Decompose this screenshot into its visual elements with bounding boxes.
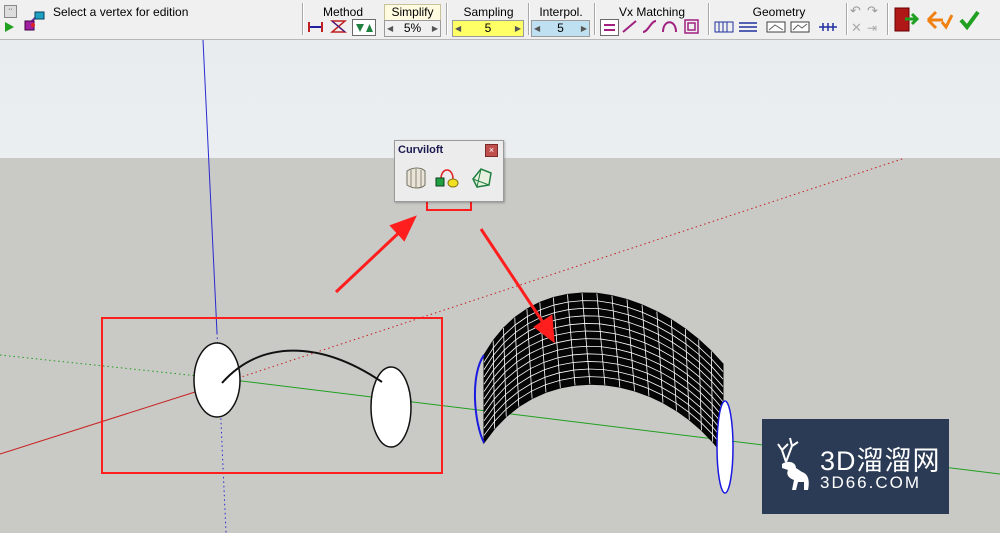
decrease-arrow-icon[interactable]: ◀: [534, 21, 540, 36]
loft-along-path-icon[interactable]: [433, 165, 459, 191]
loft-start-rim: [474, 354, 485, 444]
palette-title: Curviloft: [398, 144, 444, 156]
exit-tool-icon[interactable]: [893, 6, 920, 33]
interpol-label: Interpol.: [539, 5, 583, 19]
3d-viewport[interactable]: Curviloft × 3D溜溜网 3D66.COM: [0, 40, 1000, 533]
sampling-label: Sampling: [463, 5, 514, 19]
geometry-faceted-surface-icon[interactable]: [790, 19, 810, 34]
vx-match-arc-icon[interactable]: [661, 19, 678, 34]
loft-end-ellipse: [716, 400, 734, 494]
arrow-to-tool: [334, 215, 417, 294]
interpol-value: 5: [557, 21, 564, 35]
lofted-surface: [474, 292, 724, 456]
watermark-sub-text: 3D66.COM: [820, 473, 922, 492]
vx-matching-label: Vx Matching: [618, 5, 686, 19]
loft-by-spline-icon[interactable]: [403, 165, 429, 191]
simplify-value: 5%: [403, 21, 422, 35]
validate-check-icon[interactable]: [958, 9, 980, 31]
sampling-spinner[interactable]: ◀ 5 ▶: [452, 20, 524, 37]
increase-arrow-icon[interactable]: ▶: [581, 21, 587, 36]
method-label: Method: [322, 5, 364, 19]
skinning-icon[interactable]: [469, 165, 495, 191]
vx-match-curve-icon[interactable]: [641, 19, 658, 34]
blue-axis: [202, 40, 218, 334]
cancel-icon[interactable]: ✕: [851, 21, 865, 35]
vx-match-linear-icon[interactable]: [621, 19, 638, 34]
method-loft-along-path-icon[interactable]: [307, 19, 324, 34]
geometry-vertical-lines-icon[interactable]: [714, 19, 734, 34]
red-axis: [0, 384, 218, 455]
curviloft-toolbar: ·· Select a vertex for edition Method Si…: [0, 0, 1000, 40]
rail-curve: [221, 349, 383, 384]
vx-match-equal-icon[interactable]: [600, 19, 619, 36]
method-loft-skinning-icon[interactable]: [330, 19, 347, 34]
deer-logo-icon: [777, 437, 809, 490]
redo-icon[interactable]: ↷: [867, 4, 881, 18]
close-icon[interactable]: ×: [485, 144, 498, 157]
undo-icon[interactable]: ↶: [850, 4, 864, 18]
green-axis-dotted: [0, 354, 218, 379]
interpol-spinner[interactable]: ◀ 5 ▶: [531, 20, 590, 37]
curviloft-palette: Curviloft ×: [394, 140, 504, 202]
vertex-edit-icon: [23, 10, 47, 32]
status-message: Select a vertex for edition: [53, 5, 189, 19]
left-profile-ellipse: [193, 342, 241, 418]
decrease-arrow-icon[interactable]: ◀: [387, 21, 393, 36]
geometry-label: Geometry: [752, 5, 806, 19]
skip-icon[interactable]: ⇥: [867, 21, 881, 35]
simplify-label: Simplify: [384, 4, 441, 21]
watermark-logo: 3D溜溜网 3D66.COM: [762, 419, 949, 514]
toolbar-small-icon[interactable]: ··: [4, 5, 17, 18]
geometry-grid-icon[interactable]: [818, 19, 838, 34]
increase-arrow-icon[interactable]: ▶: [432, 21, 438, 36]
vx-match-frame-icon[interactable]: [683, 19, 700, 34]
simplify-spinner[interactable]: ◀ 5% ▶: [384, 20, 441, 37]
geometry-horizontal-lines-icon[interactable]: [738, 19, 758, 34]
sampling-value: 5: [484, 21, 492, 35]
geometry-smooth-surface-icon[interactable]: [766, 19, 786, 34]
increase-arrow-icon[interactable]: ▶: [515, 21, 521, 36]
play-icon[interactable]: [5, 22, 14, 32]
back-icon[interactable]: [925, 9, 954, 31]
decrease-arrow-icon[interactable]: ◀: [455, 21, 461, 36]
method-loft-by-spline-icon[interactable]: [352, 19, 376, 36]
